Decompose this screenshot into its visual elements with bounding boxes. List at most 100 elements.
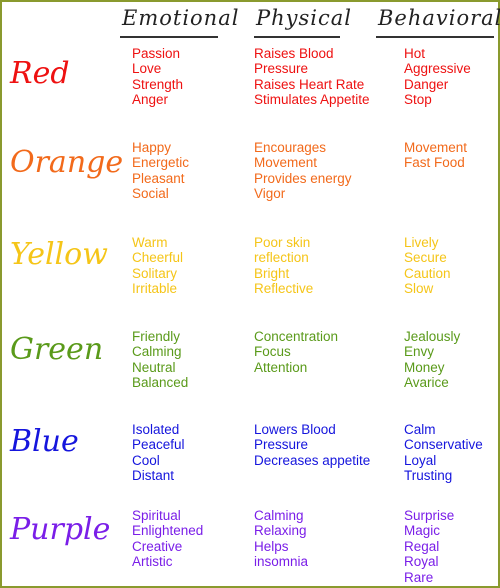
list-item: Decreases appetite <box>254 452 371 468</box>
emotional-list: Passion Love Strength Anger <box>132 46 183 108</box>
list-item: Cheerful <box>132 250 184 266</box>
list-item: Vigor <box>254 186 286 202</box>
list-item: Caution <box>404 265 451 281</box>
list-item: insomnia <box>254 554 309 570</box>
color-label: Orange <box>10 145 124 180</box>
list-item: Raises Blood <box>254 46 334 61</box>
list-item: Passion <box>132 46 181 61</box>
header-physical: Physical <box>254 2 351 38</box>
list-item: Encourages <box>254 140 327 155</box>
behavioral-list: Surprise Magic Regal Royal Rare <box>404 508 454 585</box>
emotional-list: Isolated Peaceful Cool Distant <box>132 422 185 484</box>
physical-list: Lowers Blood Pressure Decreases appetite <box>254 422 370 468</box>
list-item: Surprise <box>404 508 455 523</box>
list-item: Anger <box>132 92 169 108</box>
list-item: Poor skin <box>254 235 311 250</box>
list-item: Solitary <box>132 265 178 281</box>
list-item: Love <box>132 61 162 77</box>
list-item: Royal <box>404 554 439 570</box>
color-meaning-table: Emotional Physical Behavioral Red Passion… <box>0 0 500 588</box>
list-item: Irritable <box>132 281 178 297</box>
list-item: Happy <box>132 140 172 155</box>
list-item: Movement <box>254 155 318 171</box>
physical-list: Calming Relaxing Helps insomnia <box>254 508 308 570</box>
list-item: Lowers Blood <box>254 422 336 437</box>
list-item: Aggressive <box>404 61 471 77</box>
list-item: Lively <box>404 235 439 250</box>
list-item: reflection <box>254 250 309 266</box>
list-item: Warm <box>132 235 168 250</box>
list-item: Pressure <box>254 437 309 453</box>
behavioral-list: Jealously Envy Money Avarice <box>404 329 460 391</box>
list-item: Calming <box>132 344 182 360</box>
list-item: Focus <box>254 344 291 360</box>
list-item: Calming <box>254 508 304 523</box>
color-label: Yellow <box>10 237 108 272</box>
list-item: Social <box>132 186 169 202</box>
list-item: Calm <box>404 422 436 437</box>
list-item: Energetic <box>132 155 190 171</box>
list-item: Avarice <box>404 375 449 391</box>
list-item: Friendly <box>132 329 181 344</box>
list-item: Regal <box>404 538 440 554</box>
list-item: Danger <box>404 76 449 92</box>
list-item: Money <box>404 359 445 375</box>
list-item: Concentration <box>254 329 339 344</box>
header-emotional: Emotional <box>120 2 238 38</box>
list-item: Isolated <box>132 422 180 437</box>
list-item: Helps <box>254 538 289 554</box>
list-item: Conservative <box>404 437 483 453</box>
list-item: Magic <box>404 523 441 539</box>
behavioral-list: Movement Fast Food <box>404 140 467 171</box>
header-behavioral: Behavioral <box>376 2 500 38</box>
behavioral-list: Lively Secure Caution Slow <box>404 235 451 297</box>
list-item: Raises Heart Rate <box>254 76 365 92</box>
header-underline <box>120 36 218 38</box>
list-item: Peaceful <box>132 437 185 453</box>
header-underline <box>376 36 494 38</box>
list-item: Movement <box>404 140 468 155</box>
list-item: Pleasant <box>132 170 185 186</box>
list-item: Rare <box>404 569 434 585</box>
list-item: Fast Food <box>404 155 465 171</box>
behavioral-list: Calm Conservative Loyal Trusting <box>404 422 483 484</box>
list-item: Stop <box>404 92 432 108</box>
physical-list: Concentration Focus Attention <box>254 329 338 375</box>
list-item: Secure <box>404 250 447 266</box>
list-item: Provides energy <box>254 170 352 186</box>
list-item: Neutral <box>132 359 176 375</box>
list-item: Trusting <box>404 468 453 484</box>
physical-list: Poor skin reflection Bright Reflective <box>254 235 313 297</box>
emotional-list: Happy Energetic Pleasant Social <box>132 140 189 202</box>
list-item: Slow <box>404 281 434 297</box>
list-item: Spiritual <box>132 508 181 523</box>
list-item: Hot <box>404 46 426 61</box>
list-item: Artistic <box>132 554 173 570</box>
emotional-list: Friendly Calming Neutral Balanced <box>132 329 188 391</box>
list-item: Loyal <box>404 452 437 468</box>
list-item: Attention <box>254 359 308 375</box>
list-item: Pressure <box>254 61 309 77</box>
list-item: Distant <box>132 468 175 484</box>
color-label: Red <box>10 56 70 91</box>
list-item: Bright <box>254 265 290 281</box>
physical-list: Encourages Movement Provides energy Vigor <box>254 140 352 202</box>
list-item: Enlightened <box>132 523 204 539</box>
list-item: Stimulates Appetite <box>254 92 370 108</box>
header-underline <box>254 36 340 38</box>
list-item: Envy <box>404 344 435 360</box>
list-item: Balanced <box>132 375 189 391</box>
physical-list: Raises Blood Pressure Raises Heart Rate Sti… <box>254 46 370 108</box>
list-item: Jealously <box>404 329 461 344</box>
list-item: Relaxing <box>254 523 307 539</box>
list-item: Creative <box>132 538 183 554</box>
color-label: Green <box>10 332 104 367</box>
list-item: Reflective <box>254 281 314 297</box>
list-item: Cool <box>132 452 160 468</box>
behavioral-list: Hot Aggressive Danger Stop <box>404 46 471 108</box>
color-label: Purple <box>10 512 111 547</box>
emotional-list: Spiritual Enlightened Creative Artistic <box>132 508 203 570</box>
list-item: Strength <box>132 76 184 92</box>
color-label: Blue <box>10 424 79 459</box>
emotional-list: Warm Cheerful Solitary Irritable <box>132 235 183 297</box>
